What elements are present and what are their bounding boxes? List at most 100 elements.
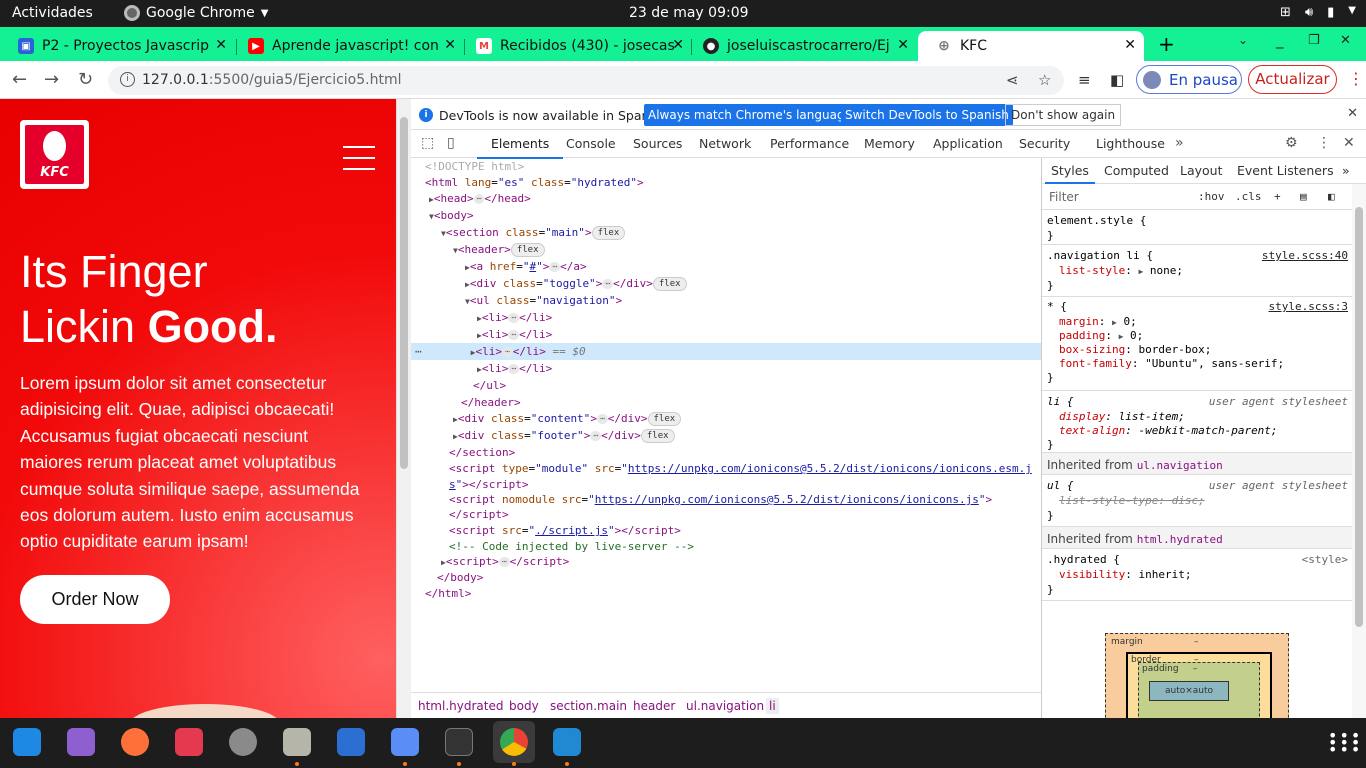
show-apps-icon[interactable]: ••• ••• ••• (1328, 728, 1360, 758)
reading-list-icon[interactable]: ≡ (1078, 71, 1091, 89)
close-icon[interactable]: ✕ (1124, 37, 1136, 53)
close-icon[interactable]: ✕ (672, 37, 684, 53)
dom-node[interactable]: <script src="./script.js"></script> (411, 522, 1041, 539)
switch-spanish-button[interactable]: Switch DevTools to Spanish (841, 104, 1013, 126)
screenshot-icon[interactable] (175, 728, 203, 756)
scrollbar-thumb[interactable] (1355, 207, 1363, 627)
url-text[interactable]: 127.0.0.1:5500/guia5/Ejercicio5.html (142, 72, 402, 88)
vscode-icon[interactable] (553, 728, 581, 756)
order-now-button[interactable]: Order Now (20, 575, 170, 624)
inherited-source[interactable]: html.hydrated (1137, 533, 1223, 546)
close-devtools-icon[interactable]: ✕ (1343, 135, 1355, 151)
filter-input[interactable]: Filter (1049, 190, 1079, 204)
close-icon[interactable]: ✕ (897, 37, 909, 53)
crumb-header[interactable]: header (633, 699, 675, 713)
tab-elements[interactable]: Elements (476, 136, 564, 159)
document-viewer-icon[interactable] (337, 728, 365, 756)
dom-node[interactable]: ▶<div class="footer"> ⋯ </div> flex (411, 427, 1041, 444)
dont-show-again-button[interactable]: Don't show again (1005, 104, 1122, 126)
dom-tree[interactable]: <!DOCTYPE html> <html lang="es" class="h… (411, 158, 1041, 692)
close-icon[interactable]: ✕ (444, 37, 456, 53)
dom-node[interactable]: </html> (411, 585, 1041, 602)
tab-kfc[interactable]: ⊕ KFC ✕ (918, 31, 1144, 61)
tab-youtube[interactable]: ▶ Aprende javascript! con ✕ (230, 31, 464, 61)
tab-lighthouse[interactable]: Lighthouse (1096, 136, 1165, 151)
hamburger-menu-icon[interactable] (343, 146, 375, 179)
dom-node[interactable]: </script> (411, 506, 1041, 523)
dom-node[interactable]: ▶<div class="toggle"> ⋯ </div> flex (411, 275, 1041, 292)
css-rule[interactable]: .navigation li { style.scss:40 list-styl… (1042, 245, 1352, 297)
forward-button[interactable]: → (44, 69, 59, 90)
update-button[interactable]: Actualizar (1248, 65, 1337, 94)
app-menu[interactable]: Google Chrome ▼ (124, 5, 268, 21)
more-menu-icon[interactable]: ⋮ (1348, 69, 1364, 88)
firefox-icon[interactable] (121, 728, 149, 756)
back-button[interactable]: ← (12, 69, 27, 90)
tab-search-icon[interactable]: ⌄ (1238, 33, 1248, 47)
crumb-ul[interactable]: ul.navigation (686, 699, 764, 713)
hov-toggle[interactable]: :hov (1198, 190, 1225, 203)
new-rule-icon[interactable]: + (1274, 190, 1281, 203)
dom-node[interactable]: ▶<script> ⋯ </script> (411, 553, 1041, 570)
dom-node[interactable]: ▶<div class="content"> ⋯ </div> flex (411, 410, 1041, 427)
match-language-button[interactable]: Always match Chrome's language (644, 104, 856, 126)
tab-memory[interactable]: Memory (864, 136, 915, 151)
inspect-element-icon[interactable]: ⬚ (421, 135, 434, 151)
close-icon[interactable]: ✕ (215, 37, 227, 53)
cls-toggle[interactable]: .cls (1235, 190, 1262, 203)
scrollbar-thumb[interactable] (400, 117, 408, 469)
tab-performance[interactable]: Performance (770, 136, 849, 151)
dom-node[interactable]: </body> (411, 569, 1041, 586)
crumb-section[interactable]: section.main (550, 699, 627, 713)
css-rule[interactable]: ul { user agent stylesheet list-style-ty… (1042, 475, 1352, 527)
dom-node[interactable]: ▼<header> flex (411, 241, 1041, 258)
box-model-diagram[interactable]: margin – border – padding – auto×auto (1105, 633, 1289, 718)
tab-network[interactable]: Network (699, 136, 751, 151)
system-monitor-icon[interactable] (13, 728, 41, 756)
site-info-icon[interactable]: i (120, 72, 135, 87)
dom-node[interactable]: ▼<ul class="navigation"> (411, 292, 1041, 309)
share-icon[interactable]: ⋖ (1006, 71, 1019, 89)
tab-layout[interactable]: Layout (1180, 163, 1223, 178)
dom-node[interactable]: </header> (411, 394, 1041, 411)
tab-event-listeners[interactable]: Event Listeners (1237, 163, 1334, 178)
terminal-icon[interactable] (445, 728, 473, 756)
tab-styles[interactable]: Styles (1045, 163, 1095, 184)
inherited-source[interactable]: ul.navigation (1137, 459, 1223, 472)
css-rule[interactable]: li { user agent stylesheet display: list… (1042, 391, 1352, 453)
dom-node[interactable]: <script type="module" src="https://unpkg… (411, 460, 1041, 477)
crumb-html[interactable]: html.hydrated (418, 699, 503, 713)
dom-node[interactable]: ▶<li> ⋯ </li> (411, 360, 1041, 377)
tab-sources[interactable]: Sources (633, 136, 682, 151)
close-icon[interactable]: ✕ (1347, 106, 1358, 121)
video-player-icon[interactable] (67, 728, 95, 756)
screen-capture-icon[interactable] (391, 728, 419, 756)
page-scrollbar[interactable] (396, 99, 411, 718)
dom-node[interactable]: ▼<body> (411, 207, 1041, 224)
minimize-button[interactable]: _ (1276, 31, 1284, 49)
dom-node[interactable]: ▶<li> ⋯ </li> (411, 309, 1041, 326)
css-rule[interactable]: .hydrated { <style> visibility: inherit;… (1042, 549, 1352, 601)
profile-paused-button[interactable]: En pausa (1136, 65, 1242, 94)
styles-scrollbar[interactable] (1352, 184, 1366, 718)
css-rule[interactable]: * { style.scss:3 margin: ▶ 0; padding: ▶… (1042, 297, 1352, 391)
toggle-sidebar-icon[interactable]: ◧ (1328, 190, 1335, 203)
dom-node[interactable]: ▶<a href="#"> ⋯ </a> (411, 258, 1041, 275)
dom-node[interactable]: <html lang="es" class="hydrated"> (411, 174, 1041, 191)
settings-gear-icon[interactable]: ⚙ (1285, 135, 1298, 151)
activities-button[interactable]: Actividades (12, 5, 93, 21)
files-icon[interactable] (283, 728, 311, 756)
device-toolbar-icon[interactable]: ▯ (447, 135, 455, 151)
dom-node[interactable]: </ul> (411, 377, 1041, 394)
tab-application[interactable]: Application (933, 136, 1003, 151)
tab-gmail[interactable]: M Recibidos (430) - josecas ✕ (458, 31, 692, 61)
clock[interactable]: 23 de may 09:09 (629, 5, 749, 21)
tab-security[interactable]: Security (1019, 136, 1070, 151)
new-tab-button[interactable]: + (1158, 32, 1175, 56)
system-tray[interactable]: ⊞ 🔊︎ ▮ ▼ (1280, 5, 1356, 20)
maximize-button[interactable]: ❐ (1308, 33, 1320, 48)
more-tabs-icon[interactable]: » (1175, 135, 1184, 151)
tab-computed[interactable]: Computed (1104, 163, 1169, 178)
bookmark-star-icon[interactable]: ☆ (1038, 71, 1051, 89)
more-options-icon[interactable]: ⋮ (1317, 135, 1331, 151)
